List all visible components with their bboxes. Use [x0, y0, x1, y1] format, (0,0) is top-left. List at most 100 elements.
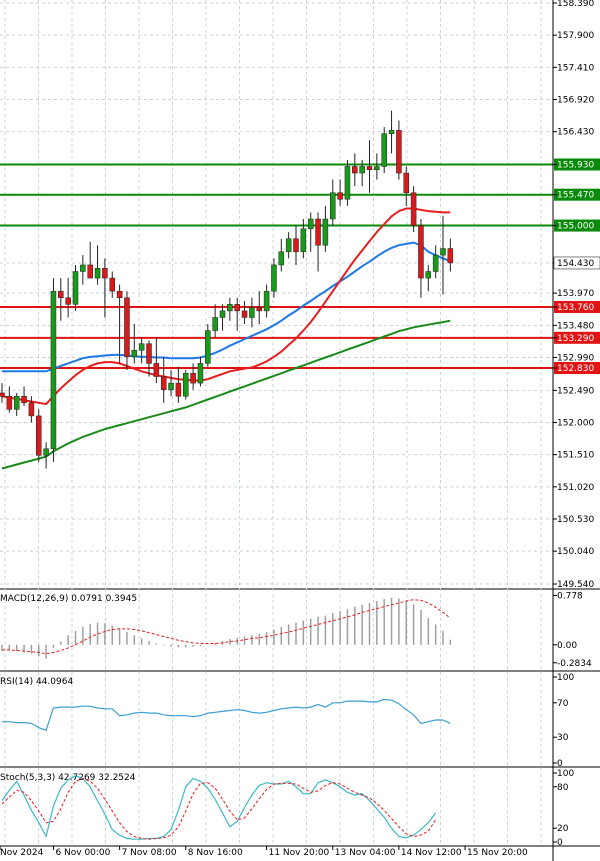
candle-body: [146, 343, 152, 364]
level-label: 155.930: [557, 160, 594, 170]
time-tick-label: 6 Nov 00:00: [55, 848, 110, 858]
price-tick-label: 152.490: [557, 386, 594, 396]
time-tick-label: 11 Nov 20:00: [269, 848, 330, 858]
price-tick-label: 150.040: [557, 547, 594, 557]
candle-body: [278, 251, 285, 266]
candle-body: [307, 218, 314, 230]
indicator-label: Stoch(5,3,3) 42.7269 32.2524: [0, 773, 136, 783]
candle-body: [36, 415, 42, 456]
candle-body: [72, 271, 79, 305]
candle-body: [234, 304, 240, 312]
candle-body: [28, 402, 35, 417]
indicator-tick-label: 100: [557, 769, 574, 779]
candle-body: [175, 382, 182, 397]
candle-body: [359, 166, 365, 174]
indicator-label: MACD(12,26,9) 0.0791 0.3945: [0, 594, 137, 604]
candle-body: [205, 330, 211, 364]
price-tick-label: 158.390: [557, 0, 594, 9]
price-tick-label: 150.530: [557, 515, 594, 525]
indicator-tick-label: 80: [557, 783, 569, 793]
level-label: 153.290: [557, 334, 594, 344]
price-tick-label: 157.410: [557, 63, 594, 73]
candle-body: [352, 166, 358, 174]
candle-body: [109, 277, 115, 292]
indicator-tick-label: 20: [557, 824, 569, 834]
candle-body: [256, 307, 262, 312]
indicator-tick-label: 0.00: [557, 641, 577, 651]
price-tick-label: 151.510: [557, 451, 594, 461]
price-tick-label: 153.480: [557, 321, 594, 331]
candle-body: [374, 166, 380, 171]
time-tick-label: 7 Nov 08:00: [122, 848, 177, 858]
candle-body: [153, 363, 160, 377]
candle-body: [447, 248, 454, 264]
level-label: 152.830: [557, 364, 594, 374]
candle-body: [0, 392, 5, 397]
indicator-tick-label: 100: [557, 673, 574, 683]
moving-average-line: [1, 319, 451, 470]
time-tick-label: 15 Nov 20:00: [467, 848, 528, 858]
candle-body: [87, 264, 93, 279]
candle-body: [21, 395, 27, 404]
candle-body: [227, 304, 233, 312]
price-tick-label: 152.990: [557, 354, 594, 364]
candle-body: [337, 192, 343, 200]
candle-body: [212, 317, 218, 331]
time-tick-label: Nov 2024: [0, 848, 44, 858]
time-tick-label: 14 Nov 12:00: [401, 848, 462, 858]
price-grid: [0, 0, 600, 847]
candle-body: [197, 363, 204, 384]
level-label: 155.470: [557, 191, 594, 201]
price-tick-label: 156.430: [557, 128, 594, 138]
indicator-tick-label: 30: [557, 733, 569, 743]
candle-body: [102, 267, 108, 279]
candle-body: [116, 290, 123, 299]
candle-body: [168, 382, 174, 390]
candle-body: [403, 172, 409, 193]
candle-body: [43, 448, 49, 456]
candle-body: [80, 264, 86, 272]
candle-body: [432, 254, 439, 272]
price-tick-label: 151.020: [557, 483, 594, 493]
price-tick-label: 149.540: [557, 580, 594, 590]
candle-body: [366, 166, 373, 171]
level-label: 153.760: [557, 303, 594, 313]
time-tick-label: 13 Nov 04:00: [335, 848, 396, 858]
candle-body: [271, 264, 277, 292]
candle-body: [300, 228, 307, 253]
candle-body: [58, 290, 64, 299]
candle-body: [388, 130, 395, 134]
candle-body: [131, 350, 138, 358]
candle-body: [425, 271, 432, 279]
macd-signal-line: [2, 599, 451, 655]
candle-body: [65, 297, 71, 305]
candle-body: [418, 225, 424, 279]
candle-body: [13, 395, 20, 410]
time-axis: Nov 2024 6 Nov 00:00 7 Nov 08:00 8 Nov 16:0…: [0, 846, 528, 858]
indicator-label: RSI(14) 44.0964: [0, 677, 73, 687]
candle-body: [344, 166, 351, 200]
price-axis: 158.390 157.900 157.410 156.920 156.430 153.9…: [552, 0, 600, 861]
indicator-tick-label: 0.778: [557, 591, 583, 601]
time-tick-label: 8 Nov 16:00: [188, 848, 243, 858]
candle-body: [381, 133, 387, 167]
candle-body: [263, 290, 270, 312]
stoch-d-line: [1, 777, 437, 840]
indicator-tick-label: -0.2834: [557, 659, 592, 669]
candle-body: [50, 290, 57, 450]
chart-svg: 155.930 155.470 155.000 153.760 153.290 152.8…: [0, 0, 600, 861]
candle-body: [330, 192, 336, 220]
candle-body: [410, 192, 417, 226]
price-tick-label: 152.000: [557, 419, 594, 429]
candle-body: [190, 373, 196, 384]
candle-body: [183, 373, 189, 397]
candle-body: [285, 238, 292, 253]
candle-body: [138, 343, 145, 351]
indicator-tick-label: 0: [557, 838, 563, 848]
level-label: 155.000: [557, 222, 594, 232]
candle-body: [440, 248, 446, 256]
price-tick-label: 156.920: [557, 96, 594, 106]
indicator-tick-label: 70: [557, 699, 569, 709]
candle-body: [160, 376, 167, 390]
current-price-label: 154.430: [557, 259, 594, 269]
